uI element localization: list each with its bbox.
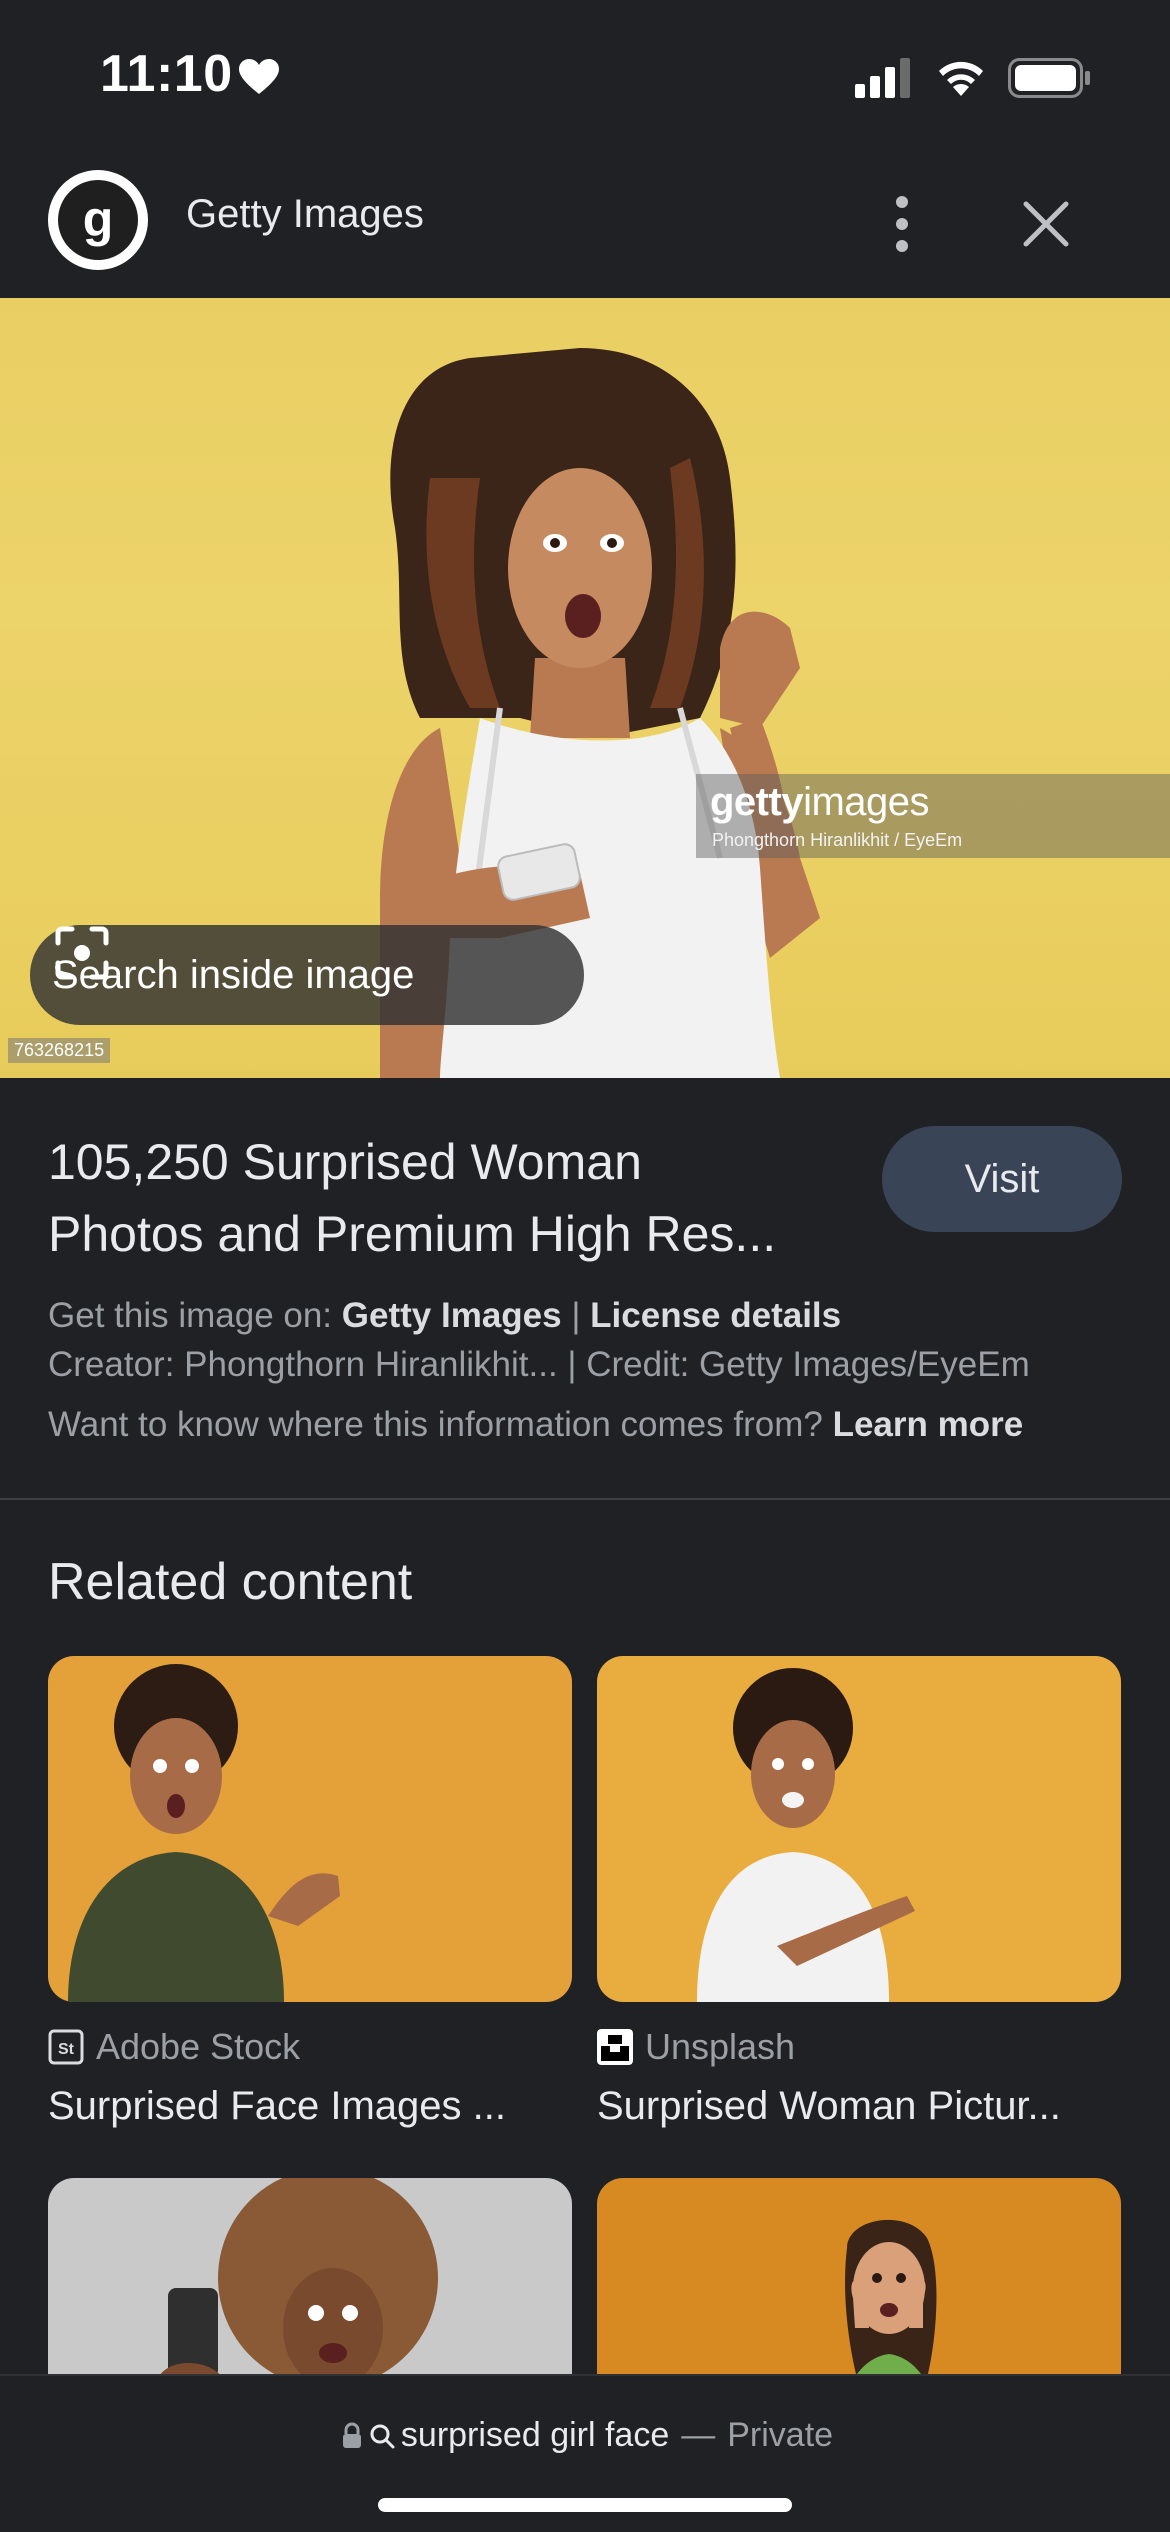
learn-more-link[interactable]: Learn more (833, 1405, 1024, 1444)
screen: 11:10 g Getty Images gettyimages Phongth… (0, 0, 1170, 2532)
getty-images-logo[interactable]: g (48, 170, 148, 270)
related-content-heading: Related content (48, 1553, 413, 1611)
url-bar[interactable]: surprised girl face — Private (0, 2416, 1170, 2455)
search-query: surprised girl face (400, 2416, 670, 2454)
creator-text: Creator: Phongthorn Hiranlikhit... (48, 1345, 558, 1384)
lens-icon (55, 926, 109, 980)
image-id: 763268215 (8, 1038, 111, 1063)
image-viewer-header: g Getty Images (0, 150, 1170, 298)
svg-text:St: St (58, 2041, 75, 2058)
related-card-source: Unsplash (597, 2026, 795, 2068)
cellular-signal-icon (855, 58, 910, 98)
logo-letter: g (83, 191, 114, 247)
get-image-line: Get this image on: Getty Images | Licens… (48, 1296, 1138, 1336)
result-title[interactable]: 105,250 Surprised Woman Photos and Premi… (48, 1126, 868, 1270)
wifi-icon (939, 61, 983, 96)
related-card-title[interactable]: Surprised Woman Pictur... (597, 2084, 1121, 2129)
info-source-line: Want to know where this information come… (48, 1405, 1138, 1445)
related-card-source-name: Unsplash (645, 2026, 796, 2067)
related-card[interactable]: St Adobe Stock Surprised Face Images ... (48, 1656, 572, 2128)
related-card-source-name: Adobe Stock (96, 2026, 301, 2067)
related-card-title[interactable]: Surprised Face Images ... (48, 2084, 572, 2129)
separator: | (571, 1296, 581, 1335)
result-title-line-2: Photos and Premium High Res... (48, 1206, 777, 1262)
home-indicator[interactable] (378, 2498, 792, 2512)
related-card-thumbnail[interactable] (48, 1656, 572, 2002)
get-image-prefix: Get this image on: (48, 1296, 333, 1335)
get-image-source-link[interactable]: Getty Images (342, 1296, 562, 1335)
battery-icon (1008, 58, 1090, 98)
related-card-source: St Adobe Stock (48, 2026, 300, 2068)
browser-bottom-bar: surprised girl face — Private (0, 2374, 1170, 2532)
main-image[interactable]: gettyimages Phongthorn Hiranlikhit / Eye… (0, 298, 1170, 1078)
search-inside-image-button[interactable]: Search inside image (30, 925, 584, 1025)
g-letter-icon: g (58, 180, 138, 260)
result-title-line-1: 105,250 Surprised Woman (48, 1134, 642, 1190)
info-question: Want to know where this information come… (48, 1405, 823, 1444)
close-icon[interactable] (1016, 194, 1076, 254)
status-bar: 11:10 (0, 0, 1170, 150)
related-card[interactable]: Unsplash Surprised Woman Pictur... (597, 1656, 1121, 2128)
divider (0, 1498, 1170, 1500)
credit-text: | Credit: Getty Images/EyeEm (567, 1345, 1030, 1384)
status-time: 11:10 (100, 45, 233, 103)
license-details-link[interactable]: License details (590, 1296, 841, 1335)
adobe-stock-icon: St (48, 2029, 84, 2065)
private-mode-label: Private (727, 2416, 834, 2454)
more-vertical-icon[interactable] (880, 184, 924, 264)
url-separator: — (681, 2416, 716, 2454)
site-name: Getty Images (186, 192, 424, 236)
heart-icon (239, 59, 279, 94)
lock-icon (342, 2422, 361, 2448)
visit-button[interactable]: Visit (882, 1126, 1122, 1232)
related-card-thumbnail[interactable] (597, 1656, 1121, 2002)
unsplash-icon (597, 2029, 633, 2065)
getty-watermark: gettyimages Phongthorn Hiranlikhit / Eye… (696, 774, 1170, 858)
creator-credit-line: Creator: Phongthorn Hiranlikhit... | Cre… (48, 1345, 1138, 1385)
watermark-brand: gettyimages (710, 780, 930, 824)
search-icon (370, 2424, 395, 2448)
watermark-credit: Phongthorn Hiranlikhit / EyeEm (712, 830, 963, 850)
